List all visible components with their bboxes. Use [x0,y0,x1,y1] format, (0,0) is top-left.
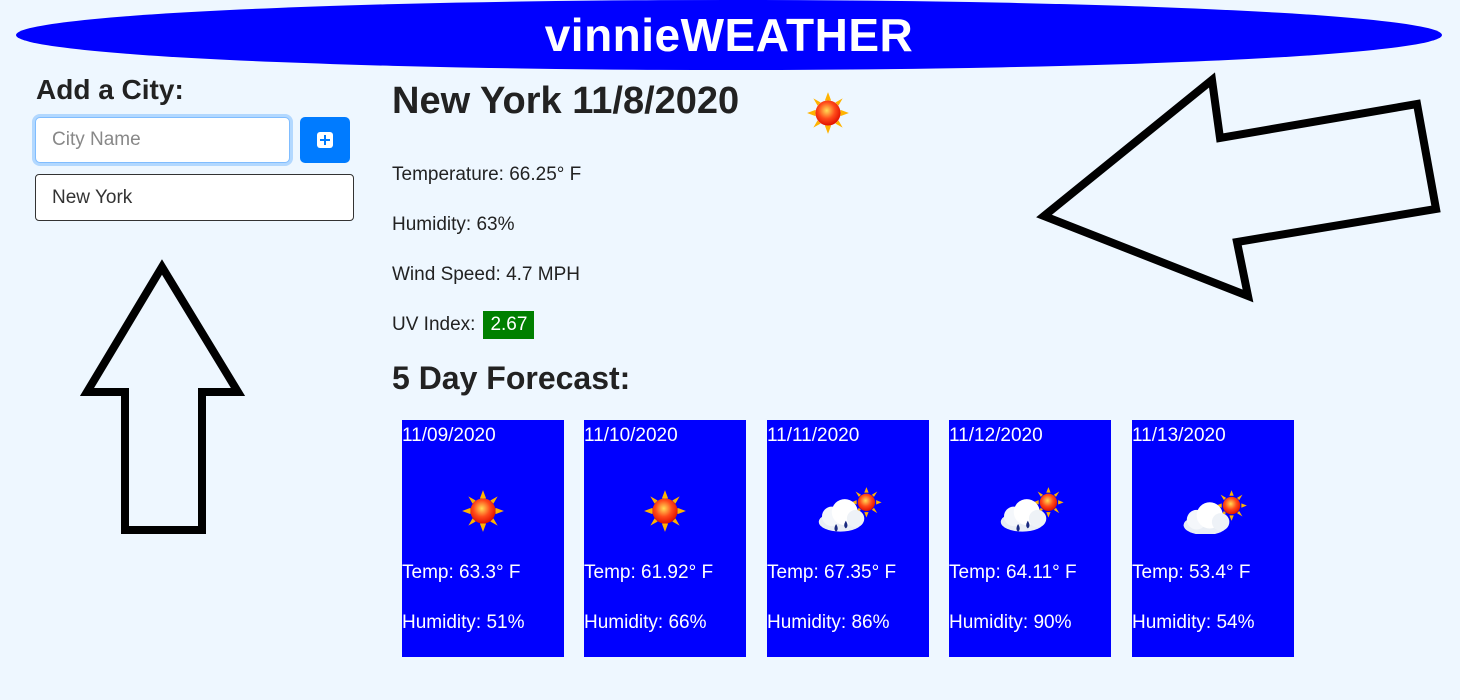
forecast-temp: Temp: 63.3° F [402,562,521,583]
current-city-title: New York 11/8/2020 [392,80,740,122]
forecast-humidity: Humidity: 90% [949,612,1072,633]
forecast-date: 11/09/2020 [402,425,496,446]
forecast-heading: 5 Day Forecast: [392,360,631,396]
arrow-up-icon [80,259,246,534]
forecast-card: 11/10/2020 Temp: 61.92° F Humidity: 66% [584,420,746,657]
uv-index-badge: 2.67 [483,311,535,339]
forecast-date: 11/11/2020 [767,425,860,446]
current-wind-speed: Wind Speed: 4.7 MPH [392,264,580,285]
forecast-temp: Temp: 64.11° F [949,562,1077,583]
arrow-left-icon [1036,72,1441,303]
current-humidity: Humidity: 63% [392,214,515,235]
add-city-button[interactable] [300,117,350,163]
current-temperature: Temperature: 66.25° F [392,164,582,185]
forecast-temp: Temp: 67.35° F [767,562,897,583]
forecast-humidity: Humidity: 66% [584,612,707,633]
forecast-humidity: Humidity: 86% [767,612,890,633]
saved-city-item[interactable]: New York [35,174,354,221]
cloud-sun-icon [1183,490,1247,534]
rain-cloud-sun-icon [818,487,882,532]
sun-icon [807,92,849,134]
current-uv-row: UV Index: 2.67 [392,311,535,339]
forecast-humidity: Humidity: 54% [1132,612,1255,633]
sun-icon [644,490,686,532]
rain-cloud-sun-icon [1000,487,1064,532]
forecast-temp: Temp: 53.4° F [1132,562,1251,583]
plus-square-icon [317,132,333,148]
city-search-input[interactable] [35,117,290,163]
app-title: vinnieWEATHER [544,9,914,61]
forecast-card: 11/11/2020 Temp: 67.35° F Humidity: 86% [767,420,929,657]
forecast-humidity: Humidity: 51% [402,612,525,633]
forecast-date: 11/12/2020 [949,425,1043,446]
forecast-card: 11/09/2020 Temp: 63.3° F Humidity: 51% [402,420,564,657]
forecast-date: 11/10/2020 [584,425,678,446]
app-header: vinnieWEATHER [16,0,1442,70]
sun-icon [462,490,504,532]
add-city-heading: Add a City: [36,74,184,105]
uv-label: UV Index: [392,314,476,335]
forecast-temp: Temp: 61.92° F [584,562,714,583]
forecast-date: 11/13/2020 [1132,425,1226,446]
forecast-card: 11/13/2020 Temp: 53.4° F Humidity: 54% [1132,420,1294,657]
forecast-card: 11/12/2020 Temp: 64.11° F Humidity: 90% [949,420,1111,657]
